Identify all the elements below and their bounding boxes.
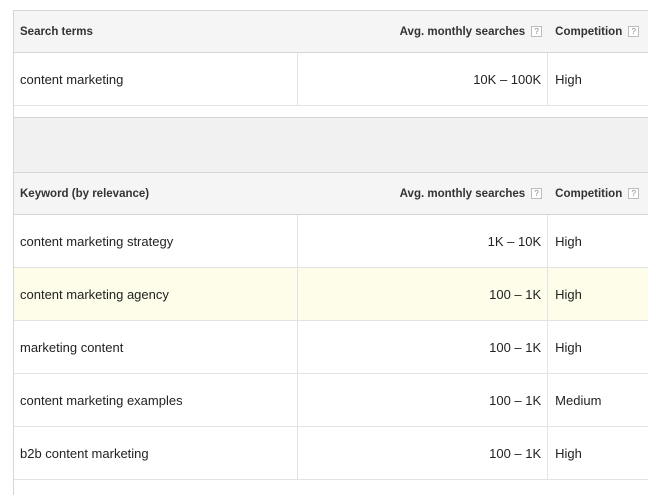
table-row-hovered[interactable]: content marketing agency 100 – 1K High — [14, 268, 648, 321]
keyword-cell: content marketing — [14, 53, 298, 105]
competition-cell: High — [555, 286, 582, 302]
search-terms-header-row: Search terms Avg. monthly searches ? Com… — [14, 11, 648, 53]
help-icon[interactable]: ? — [628, 188, 640, 199]
avg-monthly-searches-cell: 100 – 1K — [298, 374, 549, 426]
search-terms-table: Search terms Avg. monthly searches ? Com… — [13, 10, 648, 118]
section-separator — [13, 118, 648, 172]
avg-monthly-searches-cell: 1K – 10K — [298, 215, 549, 267]
keyword-cell: content marketing strategy — [14, 215, 298, 267]
search-terms-column-header[interactable]: Search terms — [14, 11, 298, 52]
keyword-by-relevance-column-header[interactable]: Keyword (by relevance) — [14, 173, 298, 214]
avg-monthly-searches-cell: 10K – 100K — [298, 53, 549, 105]
table-row[interactable]: content marketing 10K – 100K High — [14, 53, 648, 106]
keyword-ideas-header-row: Keyword (by relevance) Avg. monthly sear… — [14, 173, 648, 215]
table-row[interactable]: content marketing strategy 1K – 10K High — [14, 215, 648, 268]
table-row[interactable]: b2b content marketing 100 – 1K High — [14, 427, 648, 480]
table-row[interactable]: marketing content 100 – 1K High — [14, 321, 648, 374]
competition-cell: High — [555, 71, 582, 87]
competition-cell: Medium — [555, 392, 602, 408]
competition-cell: High — [555, 339, 582, 355]
keyword-cell: b2b content marketing — [14, 427, 298, 479]
avg-monthly-searches-cell: 100 – 1K — [298, 427, 549, 479]
keyword-ideas-table: Keyword (by relevance) Avg. monthly sear… — [13, 172, 648, 495]
avg-monthly-searches-column-header[interactable]: Avg. monthly searches ? — [298, 173, 549, 214]
avg-monthly-searches-cell: 100 – 1K — [298, 321, 549, 373]
table-row[interactable]: content marketing examples 100 – 1K Medi… — [14, 374, 648, 427]
competition-cell: High — [555, 233, 582, 249]
keyword-cell: marketing content — [14, 321, 298, 373]
keyword-cell: content marketing examples — [14, 374, 298, 426]
avg-monthly-searches-cell: 100 – 1K — [298, 268, 549, 320]
competition-column-header[interactable]: Competition ? — [548, 11, 648, 52]
help-icon[interactable]: ? — [628, 26, 640, 37]
help-icon[interactable]: ? — [531, 188, 543, 199]
help-icon[interactable]: ? — [531, 26, 543, 37]
competition-column-header[interactable]: Competition ? — [548, 173, 648, 214]
competition-cell: High — [555, 445, 582, 461]
keyword-cell: content marketing agency — [14, 268, 298, 320]
avg-monthly-searches-column-header[interactable]: Avg. monthly searches ? — [298, 11, 549, 52]
